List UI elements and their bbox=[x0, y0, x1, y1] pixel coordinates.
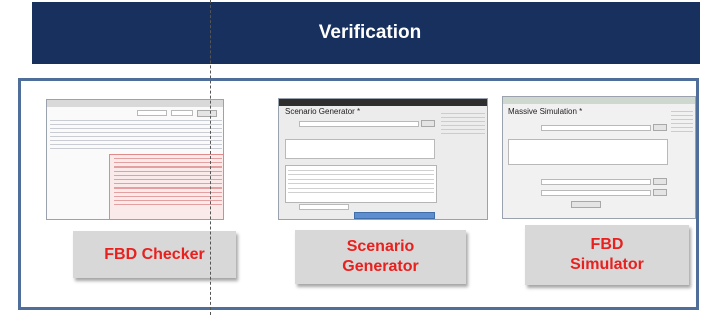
simulation-open-button-2 bbox=[653, 178, 667, 185]
scenario-pou-list bbox=[285, 139, 435, 159]
banner-title: Verification bbox=[318, 22, 422, 43]
scenario-model-file-field bbox=[299, 121, 419, 127]
fbd-simulator-screenshot: Massive Simulation * bbox=[502, 96, 696, 219]
simulation-pou-list bbox=[508, 139, 668, 165]
checker-combo bbox=[137, 110, 167, 116]
scenario-open-button bbox=[421, 120, 435, 127]
scenario-input-table bbox=[285, 165, 437, 203]
scenario-info-panel bbox=[441, 113, 485, 137]
simulation-model-field bbox=[541, 179, 651, 185]
checker-error-panel bbox=[109, 154, 223, 219]
scenario-option-field bbox=[299, 204, 349, 210]
fbd-simulator-label-line2: Simulator bbox=[570, 256, 644, 273]
simulation-open-button-3 bbox=[653, 189, 667, 196]
scenario-generator-screenshot: Scenario Generator * bbox=[278, 98, 488, 220]
dashed-divider bbox=[210, 0, 211, 315]
simulation-info-panel bbox=[671, 111, 693, 135]
fbd-simulator-label-line1: FBD bbox=[590, 236, 624, 253]
fbd-simulator-label: FBD Simulator bbox=[525, 225, 689, 285]
scenario-generator-label-line1: Scenario bbox=[346, 238, 415, 255]
fbd-checker-screenshot bbox=[46, 99, 224, 220]
scenario-generate-button bbox=[354, 212, 435, 219]
scenario-titlebar bbox=[279, 99, 487, 106]
simulation-scenario-field bbox=[541, 190, 651, 196]
simulation-titlebar bbox=[503, 97, 695, 104]
checker-log-lines bbox=[50, 120, 222, 152]
simulation-model-file-field bbox=[541, 125, 651, 131]
scenario-generator-label: Scenario Generator bbox=[295, 230, 466, 284]
simulation-open-button bbox=[653, 124, 667, 131]
checker-titlebar bbox=[47, 100, 223, 107]
fbd-checker-label: FBD Checker bbox=[73, 231, 236, 278]
checker-combo-2 bbox=[171, 110, 193, 116]
fbd-checker-label-text: FBD Checker bbox=[104, 245, 205, 263]
simulation-run-button bbox=[571, 201, 601, 208]
scenario-heading: Scenario Generator * bbox=[285, 107, 361, 116]
simulation-heading: Massive Simulation * bbox=[508, 107, 583, 116]
checker-button bbox=[197, 110, 217, 117]
scenario-generator-label-line2: Generator bbox=[342, 258, 419, 275]
verification-banner: Verification bbox=[32, 2, 700, 64]
